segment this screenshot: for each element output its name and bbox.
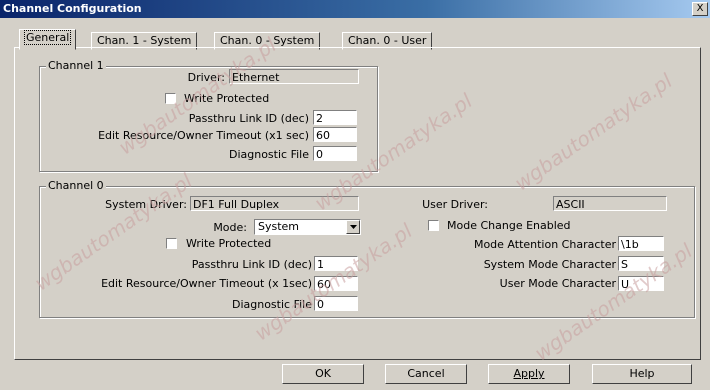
channel0-system-mode-char-label: System Mode Character	[483, 258, 616, 271]
window-title: Channel Configuration	[3, 2, 142, 15]
channel0-mode-attention-label: Mode Attention Character	[473, 238, 616, 251]
tab-chan0-user-label: Chan. 0 - User	[348, 34, 427, 47]
chevron-down-icon[interactable]	[346, 220, 360, 234]
ok-button[interactable]: OK	[282, 364, 364, 384]
cancel-button-label: Cancel	[407, 367, 445, 380]
channel1-diag-label: Diagnostic File	[228, 148, 309, 161]
channel0-mode-select[interactable]: System	[254, 219, 361, 235]
title-bar: Channel Configuration X	[0, 0, 710, 18]
close-icon: X	[696, 3, 704, 14]
channel0-write-protected-checkbox[interactable]	[166, 238, 177, 249]
channel0-mode-change-label: Mode Change Enabled	[447, 219, 571, 232]
help-button[interactable]: Help	[592, 364, 692, 384]
channel1-timeout-input[interactable]: 60	[313, 127, 357, 142]
tab-general-label: General	[23, 30, 72, 45]
channel0-legend: Channel 0	[46, 179, 106, 192]
tab-general[interactable]: General	[19, 29, 77, 50]
channel0-mode-change-checkbox[interactable]	[428, 220, 439, 231]
channel1-passthru-input[interactable]: 2	[313, 110, 357, 125]
channel0-write-protected-label: Write Protected	[186, 237, 272, 250]
apply-button-label: Apply	[513, 367, 545, 380]
channel0-user-mode-char-label: User Mode Character	[499, 277, 616, 290]
tab-chan1-system-label: Chan. 1 - System	[97, 34, 192, 47]
apply-button[interactable]: Apply	[488, 364, 570, 384]
channel0-mode-value: System	[258, 220, 300, 233]
channel1-diag-input[interactable]: 0	[313, 146, 357, 161]
channel1-legend: Channel 1	[46, 59, 106, 72]
ok-button-label: OK	[315, 367, 331, 380]
help-button-label: Help	[629, 367, 655, 380]
cancel-button[interactable]: Cancel	[385, 364, 467, 384]
channel0-passthru-label: Passthru Link ID (dec)	[191, 258, 312, 271]
channel0-mode-attention-input[interactable]: \1b	[618, 236, 664, 251]
channel0-user-driver-label: User Driver:	[422, 198, 488, 211]
close-button[interactable]: X	[692, 2, 708, 16]
channel0-mode-label: Mode:	[213, 221, 247, 234]
channel0-user-driver-field: ASCII	[553, 196, 667, 211]
